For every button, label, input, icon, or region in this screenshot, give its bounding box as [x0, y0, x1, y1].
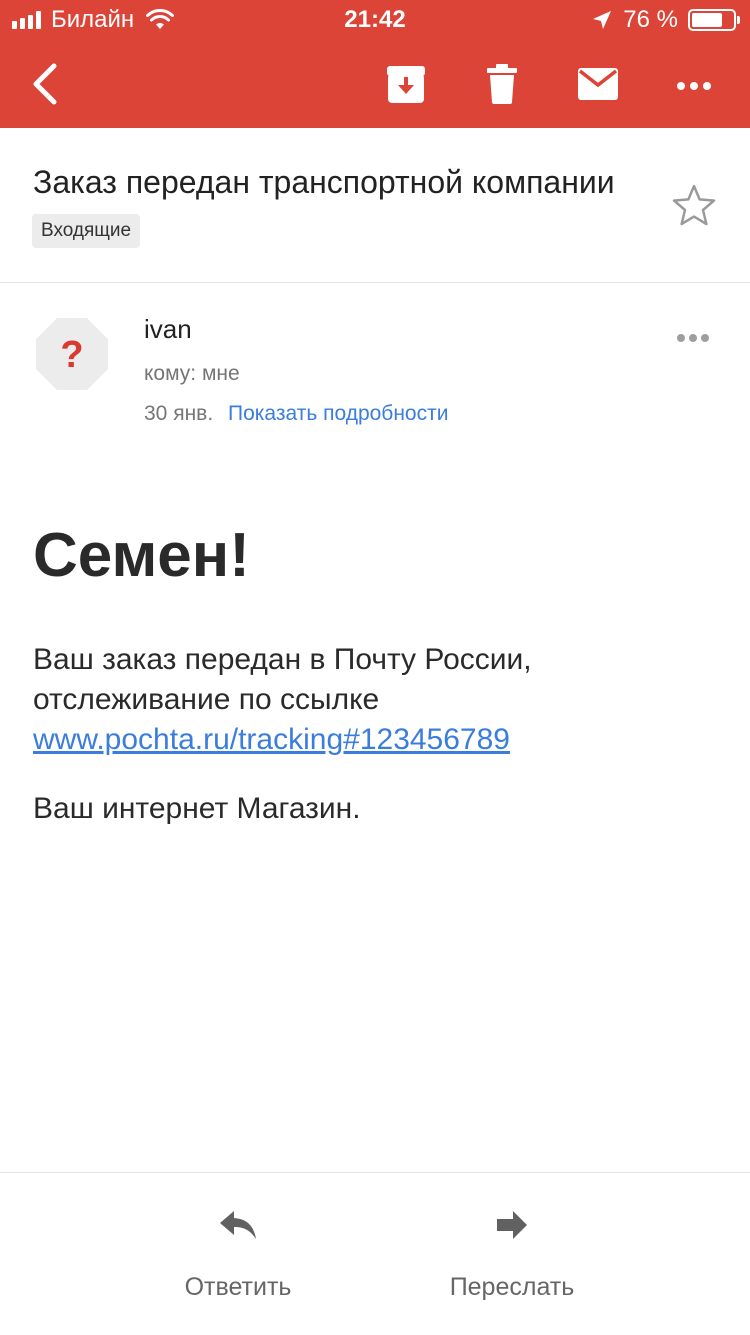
svg-text:?: ?	[60, 334, 83, 376]
app-header: Билайн 21:42 76 %	[0, 0, 750, 128]
message-more-button[interactable]	[676, 330, 710, 348]
forward-icon	[497, 1211, 527, 1239]
star-button[interactable]	[672, 184, 716, 231]
archive-button[interactable]	[386, 66, 426, 109]
message-date: 30 янв.	[144, 402, 214, 425]
subject-section: Заказ передан транспортной компании Вход…	[0, 128, 750, 283]
tracking-link[interactable]: www.pochta.ru/tracking#123456789	[33, 723, 510, 756]
archive-icon	[387, 66, 425, 103]
reply-button[interactable]: Ответить	[138, 1173, 338, 1302]
email-subject: Заказ передан транспортной компании	[33, 164, 615, 200]
message-paragraph: Ваш заказ передан в Почту России, отслеж…	[33, 640, 723, 760]
reply-icon	[220, 1211, 256, 1239]
delete-button[interactable]	[487, 64, 517, 109]
more-options-button[interactable]	[676, 78, 712, 96]
battery-fill	[692, 13, 723, 27]
back-button[interactable]	[28, 62, 62, 111]
reply-label: Ответить	[184, 1273, 292, 1301]
inbox-label-chip[interactable]: Входящие	[32, 214, 141, 248]
chevron-left-icon	[33, 63, 57, 105]
message-signature: Ваш интернет Магазин.	[33, 792, 361, 825]
unknown-sender-icon: ?	[36, 318, 108, 390]
sender-name: ivan	[144, 314, 192, 344]
envelope-icon	[578, 68, 618, 100]
battery-icon	[688, 9, 740, 31]
show-details-link[interactable]: Показать подробности	[228, 402, 448, 426]
battery-percent: 76 %	[623, 6, 678, 33]
star-icon	[672, 184, 716, 226]
bottom-action-bar: Ответить Переслать	[0, 1172, 750, 1335]
paragraph-text: Ваш заказ передан в Почту России, отслеж…	[33, 643, 532, 716]
forward-button[interactable]: Переслать	[412, 1173, 612, 1302]
trash-icon	[487, 64, 517, 104]
location-arrow-icon	[593, 11, 612, 29]
status-bar: Билайн 21:42 76 %	[0, 0, 750, 40]
sender-avatar[interactable]: ?	[36, 318, 108, 395]
recipient-line: кому: мне	[144, 362, 240, 385]
forward-label: Переслать	[449, 1273, 575, 1301]
mark-unread-button[interactable]	[578, 68, 618, 105]
message-greeting: Семен!	[33, 521, 250, 590]
more-horizontal-icon	[677, 334, 709, 342]
more-horizontal-icon	[677, 82, 711, 90]
